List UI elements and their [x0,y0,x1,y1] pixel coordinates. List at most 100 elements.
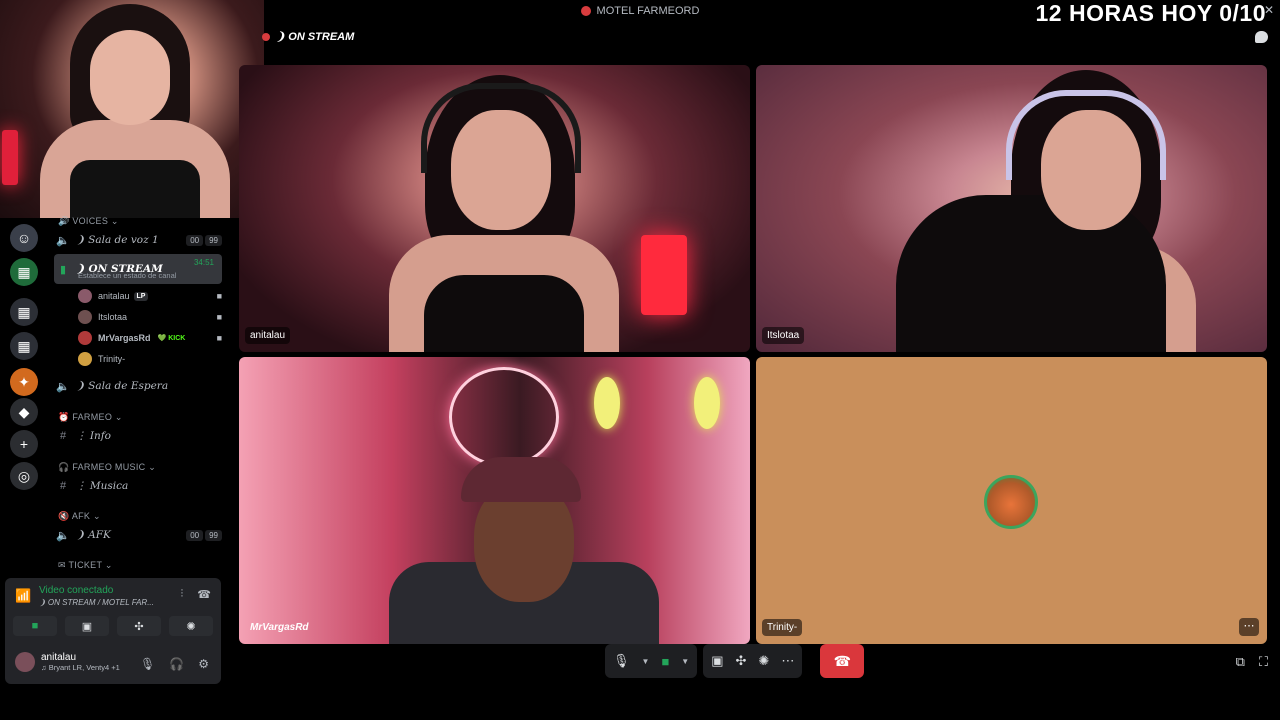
avatar [78,310,92,324]
headphones [421,83,581,173]
screen-share-icon[interactable]: ▣ [711,653,723,669]
chat-bubble-icon[interactable] [1255,31,1268,43]
streamer-webcam-overlay [0,0,264,218]
category-farmeo-music[interactable]: 🎧 FARMEO MUSIC ⌄ [58,462,156,473]
headphones-icon[interactable]: 🎧 [169,657,184,671]
voice-user[interactable]: MrVargasRd 💚 KICK ■ [78,329,222,347]
activities-icon[interactable]: ✣ [736,653,747,669]
participant-name: MrVargasRd [250,622,309,633]
channel-info[interactable]: # ⋮ Info [54,426,222,446]
chevron-down-icon[interactable]: ▼ [642,657,650,666]
video-tile-itslotaa[interactable]: Itslotaa [756,65,1267,352]
actions-group: ▣ ✣ ✺ ⋯ [703,644,803,678]
microphone-icon[interactable]: 🎙 [140,657,155,671]
category-ticket[interactable]: ✉ TICKET ⌄ [58,560,113,571]
face [90,30,170,125]
disconnect-icon[interactable]: ☎ [197,588,211,601]
camera-icon[interactable]: ■ [661,654,669,669]
channel-status[interactable]: Establece un estado de canal [78,271,176,280]
video-tile-trinity[interactable]: Trinity- ⋯ [756,357,1267,644]
clothing [70,160,200,218]
participant-name: Trinity- [762,619,803,636]
voice-user[interactable]: Itslotaa ■ [78,308,222,326]
activities-button[interactable]: ✣ [117,616,161,636]
video-tile-mrvargasrd[interactable]: MrVargasRd [239,357,750,644]
server-title: MOTEL FARMEORD [596,5,700,17]
voice-user[interactable]: anitalau LP ■ [78,287,222,305]
avatar [78,331,92,345]
clothing [896,195,1166,352]
explore-icon[interactable]: ◎ [10,462,38,490]
settings-gear-icon[interactable]: ⚙ [198,657,209,671]
connection-location[interactable]: ❩ ON STREAM / MOTEL FAR... [39,598,154,607]
server-folder-icon[interactable]: ▦ [10,258,38,286]
disconnect-button[interactable]: ☎ [820,644,865,678]
neon-lamp [641,235,687,315]
participant-name: anitalau [245,327,291,344]
channel-afk[interactable]: 🔈 ❩ AFK 00 99 [54,525,222,545]
clothing [424,275,584,352]
call-controls: 🎙 ▼ ■ ▼ ▣ ✣ ✺ ⋯ ☎ [605,644,865,678]
kick-badge: 💚 KICK [157,335,186,342]
neon-lamp [2,130,18,185]
avatar [15,652,35,672]
category-voices[interactable]: 🔊 VOICES ⌄ [58,216,119,227]
soundboard-button[interactable]: ✺ [169,616,213,636]
participant-name: Itslotaa [762,327,805,344]
server-avatar-icon[interactable]: ☺ [10,224,38,252]
camera-icon: ■ [216,312,222,322]
server-icon [580,6,591,16]
server-folder-icon[interactable]: ▦ [10,332,38,360]
channel-list: 🔊 VOICES ⌄ 🔈 ❩ Sala de voz 1 00 99 ▮ ❩ ON… [50,214,226,576]
headphones [1006,90,1166,180]
add-server-icon[interactable]: + [10,430,38,458]
soundboard-icon[interactable]: ✺ [758,653,769,669]
channel-musica[interactable]: # ⋮ Musica [54,476,222,496]
speaker-icon: 🔈 [56,380,70,393]
microphone-icon[interactable]: 🎙 [613,653,630,669]
pop-out-icon[interactable]: ⧉ [1236,654,1245,670]
channel-sala-de-voz[interactable]: 🔈 ❩ Sala de voz 1 00 99 [54,230,222,250]
neon-banana [694,377,720,429]
noise-suppression-icon[interactable]: ⫶ [181,588,184,601]
speaker-icon: 🔈 [56,234,70,247]
user-tag: LP [133,291,149,301]
audio-video-group: 🎙 ▼ ■ ▼ [605,644,698,678]
voice-user[interactable]: Trinity- [78,350,222,368]
screen-share-button[interactable]: ▣ [65,616,109,636]
server-fox-icon[interactable]: ✦ [10,368,38,396]
signal-icon[interactable]: 📶 [15,588,31,604]
server-rail: ☺ ▦ ▦ ▦ ✦ ◆ + ◎ [0,218,48,578]
fullscreen-icon[interactable]: ⛶ [1259,654,1268,670]
avatar [78,352,92,366]
close-icon[interactable]: ✕ [1264,3,1274,17]
stream-overlay-text: 12 HORAS HOY 0/10 [1035,0,1266,26]
cap [461,457,581,502]
avatar [78,289,92,303]
camera-button[interactable]: ■ [13,616,57,636]
current-user[interactable]: anitalau ♫ Bryant LR, Venty4 +1 [15,652,120,672]
server-folder-icon[interactable]: ▦ [10,298,38,326]
user-activity: ♫ Bryant LR, Venty4 +1 [41,663,120,672]
connection-status[interactable]: Video conectado [39,585,113,596]
hash-icon: # [59,430,67,442]
discover-icon[interactable]: ◆ [10,398,38,426]
chevron-down-icon[interactable]: ▼ [681,657,689,666]
more-icon[interactable]: ⋯ [781,653,794,669]
video-tile-anitalau[interactable]: anitalau [239,65,750,352]
speaker-icon: 🔈 [56,529,70,542]
user-limit-badge: 00 99 [186,529,222,541]
category-farmeo[interactable]: ⏰ FARMEO ⌄ [58,412,123,423]
hash-icon: # [59,480,67,492]
avatar [984,475,1038,529]
channel-dot-icon [262,32,270,41]
camera-icon: ■ [216,333,222,343]
channel-sala-de-espera[interactable]: 🔈 ❩ Sala de Espera [54,376,222,396]
voice-connection-panel: 📶 Video conectado ❩ ON STREAM / MOTEL FA… [5,578,221,684]
stage-channel-title: ❩ ON STREAM [262,30,354,43]
voice-active-icon: ▮ [59,263,67,276]
category-afk[interactable]: 🔇 AFK ⌄ [58,511,101,522]
username: anitalau [41,652,77,663]
more-options-icon[interactable]: ⋯ [1239,618,1259,636]
stream-timer: 34:51 [193,258,214,267]
